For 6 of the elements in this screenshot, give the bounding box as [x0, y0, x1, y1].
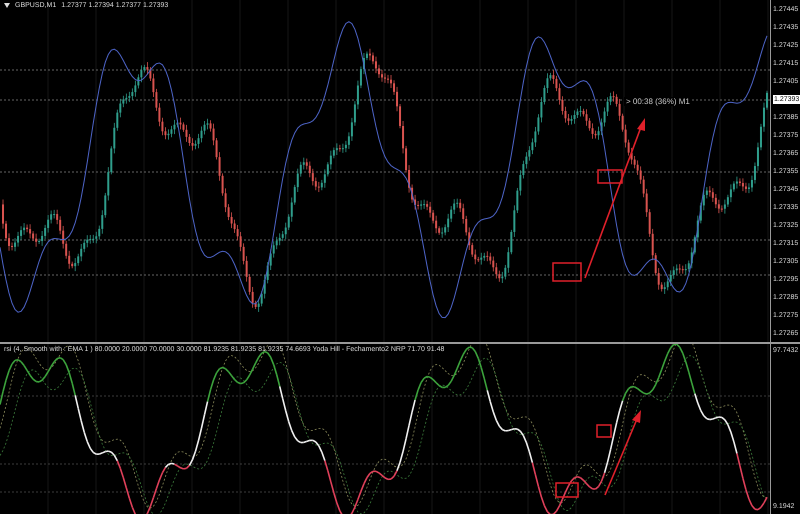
highlight-rectangle	[596, 424, 612, 438]
highlight-rectangle	[552, 262, 582, 282]
highlight-rectangle	[555, 482, 579, 498]
highlight-rectangle	[597, 169, 623, 184]
bar-timer-label: > 00:38 (36%) M1	[624, 97, 692, 106]
dropdown-triangle-icon[interactable]	[4, 3, 10, 8]
